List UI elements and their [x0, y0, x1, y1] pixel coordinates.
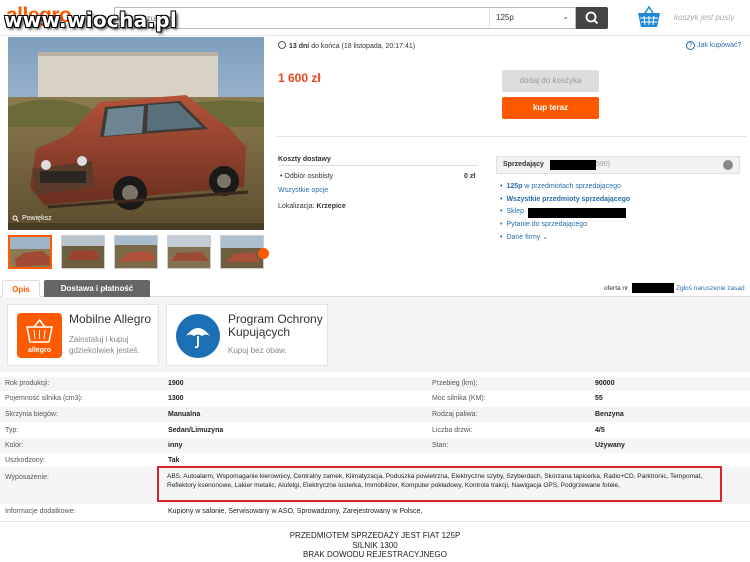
question-icon: ? — [686, 41, 695, 50]
zoom-label: Powiększ — [22, 215, 52, 222]
cart-status: koszyk jest pusty — [674, 13, 735, 22]
redacted-shop-name — [528, 208, 626, 218]
buyer-protection-promo[interactable]: Program Ochrony Kupujących Kupuj bez obaw… — [166, 304, 328, 366]
promo-subtitle: gdziekolwiek jesteś. — [69, 346, 140, 355]
seller-shop-link[interactable]: • Sklep — [500, 208, 524, 215]
watermark: www.wiocha.pl — [4, 8, 178, 32]
chevron-down-icon: ⌄ — [562, 12, 569, 21]
thumbnail-strip — [8, 235, 270, 271]
redacted-seller-name — [550, 160, 596, 170]
seller-category-link[interactable]: • 125p w przedmiotach sprzedającego — [500, 183, 621, 190]
offer-number-label: oferta nr — [604, 285, 629, 292]
search-button[interactable] — [576, 7, 608, 29]
spec-row: Pojemność silnika (cm3): 1300 Moc silnika… — [5, 395, 603, 402]
next-thumbnails-button[interactable] — [258, 248, 269, 259]
mobile-app-icon: allegro — [17, 313, 62, 358]
add-to-cart-button[interactable]: dodaj do koszyka — [502, 70, 599, 92]
divider — [0, 521, 750, 522]
promo-subtitle: Kupuj bez obaw. — [228, 346, 287, 355]
time-left: 13 dni do końca (18 listopada, 20:17:41) — [278, 41, 415, 50]
description-line: SILNIK 1300 — [352, 540, 398, 550]
seller-all-items-link[interactable]: • Wszystkie przedmioty sprzedającego — [500, 196, 630, 203]
how-to-buy-link[interactable]: ? Jak kupować? — [686, 41, 741, 50]
description-line: PRZEDMIOTEM SPRZEDAŻY JEST FIAT 125P — [289, 531, 461, 540]
report-violation-link[interactable]: Zgłoś naruszenie zasad — [676, 285, 745, 292]
seller-label: Sprzedający — [503, 161, 544, 168]
divider — [276, 136, 746, 137]
search-category-select[interactable]: 125p ⌄ — [489, 9, 575, 27]
thumbnail[interactable] — [114, 235, 158, 269]
seller-score: 590) — [596, 161, 611, 168]
svg-text:allegro: allegro — [28, 347, 51, 354]
tab-delivery[interactable]: Dostawa i płatność — [44, 280, 150, 297]
search-category-value: 125p — [496, 13, 514, 22]
promo-subtitle: Zainstaluj i kupuj — [69, 335, 129, 344]
promo-title: Mobilne Allegro — [69, 312, 152, 326]
shipping-title: Koszty dostawy — [278, 156, 331, 163]
spec-row: Kolor: inny Stan: Używany — [0, 438, 750, 453]
spec-row-extra: Informacje dodatkowe: Kupiony w salonie, … — [5, 508, 423, 515]
thumbnail[interactable] — [8, 235, 52, 269]
search-icon — [585, 11, 599, 25]
spec-row: Typ: Sedan/Limuzyna Liczba drzwi: 4/5 — [5, 427, 605, 434]
spec-row: Uszkodzony: Tak — [5, 457, 180, 464]
thumbnail[interactable] — [167, 235, 211, 269]
price: 1 600 zł — [278, 71, 321, 85]
mobile-allegro-promo[interactable]: allegro Mobilne Allegro Zainstaluj i kup… — [7, 304, 159, 366]
company-data-link[interactable]: • Dane firmy ⌄ — [500, 233, 548, 241]
search-box: 125p ⌄ — [114, 7, 576, 29]
promo-section: allegro Mobilne Allegro Zainstaluj i kup… — [0, 297, 750, 372]
shipping-option: • Odbiór osobisty — [280, 173, 334, 180]
umbrella-icon — [176, 314, 220, 358]
description-line: BRAK DOWODU REJESTRACYJNEGO — [302, 550, 447, 559]
redacted-offer-number — [632, 283, 674, 293]
divider — [278, 165, 478, 166]
description-text: PRZEDMIOTEM SPRZEDAŻY JEST FIAT 125P SIL… — [0, 531, 750, 560]
location: Lokalizacja: Krzepice — [278, 203, 346, 210]
spec-row: Skrzynia biegów: Manualna Rodzaj paliwa: B… — [0, 407, 750, 422]
magnifier-icon — [12, 215, 19, 222]
expand-icon[interactable] — [723, 160, 733, 170]
thumbnail[interactable] — [61, 235, 105, 269]
shipping-option-price: 0 zł — [464, 173, 476, 180]
seller-header[interactable]: Sprzedający 590) — [496, 156, 740, 174]
all-shipping-options-link[interactable]: Wszystkie opcje — [278, 187, 328, 194]
basket-icon[interactable] — [636, 5, 662, 29]
clock-icon — [278, 41, 286, 49]
buy-now-button[interactable]: kup teraz — [502, 97, 599, 119]
equipment-value: ABS, Autoalarm, Wspomaganie kierownicy, … — [167, 473, 703, 489]
spec-row: Rok produkcji: 1900 Przebieg (km): 90000 — [0, 377, 750, 391]
ask-seller-link[interactable]: • Pytanie do sprzedającego — [500, 221, 587, 228]
promo-title: Program Ochrony Kupujących — [228, 312, 323, 339]
zoom-button[interactable]: Powiększ — [12, 215, 52, 222]
tab-description[interactable]: Opis — [2, 280, 40, 297]
main-photo[interactable] — [8, 37, 264, 230]
chevron-down-icon: ⌄ — [542, 234, 549, 241]
